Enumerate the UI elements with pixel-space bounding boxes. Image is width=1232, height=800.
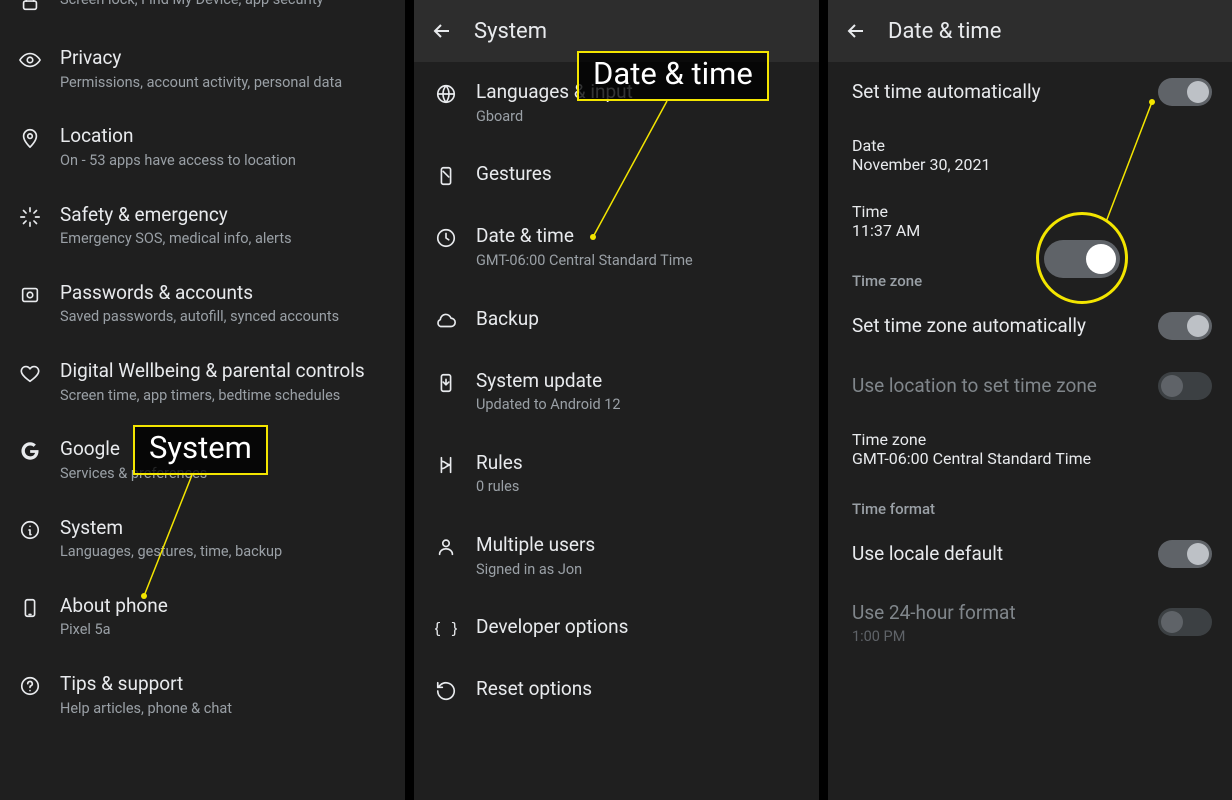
info-icon bbox=[18, 518, 42, 542]
settings-item-title: Privacy bbox=[60, 46, 387, 71]
system-item-sub: Signed in as Jon bbox=[476, 560, 799, 580]
use-location-tz-toggle bbox=[1158, 372, 1212, 400]
wellbeing-icon bbox=[18, 361, 42, 385]
settings-item-location[interactable]: LocationOn - 53 apps have access to loca… bbox=[0, 108, 405, 186]
key-icon bbox=[18, 283, 42, 307]
system-item-sub: GMT-06:00 Central Standard Time bbox=[476, 251, 799, 271]
back-arrow-icon[interactable] bbox=[430, 19, 454, 43]
set-tz-auto-toggle[interactable] bbox=[1158, 312, 1212, 340]
set-time-auto-toggle[interactable] bbox=[1158, 78, 1212, 106]
time-row[interactable]: Time 11:37 AM bbox=[828, 188, 1232, 254]
settings-item-lock[interactable]: Screen lock, Find My Device, app securit… bbox=[0, 0, 405, 30]
settings-item-title: Digital Wellbeing & parental controls bbox=[60, 359, 387, 384]
use-24h-row: Use 24-hour format 1:00 PM bbox=[828, 584, 1232, 661]
rules-icon bbox=[434, 453, 458, 477]
person-icon bbox=[434, 535, 458, 559]
system-item-cloud[interactable]: Backup bbox=[414, 289, 819, 351]
system-item-title: Languages & input bbox=[476, 80, 799, 105]
phone-icon bbox=[18, 596, 42, 620]
settings-item-sub: Screen lock, Find My Device, app securit… bbox=[60, 0, 387, 10]
settings-item-title: Passwords & accounts bbox=[60, 281, 387, 306]
use-locale-default-row[interactable]: Use locale default bbox=[828, 524, 1232, 584]
system-item-sub: Updated to Android 12 bbox=[476, 395, 799, 415]
settings-item-key[interactable]: Passwords & accountsSaved passwords, aut… bbox=[0, 265, 405, 343]
system-item-title: Gestures bbox=[476, 162, 799, 187]
settings-item-sub: Languages, gestures, time, backup bbox=[60, 542, 387, 562]
lock-icon bbox=[18, 0, 42, 14]
settings-item-title: System bbox=[60, 516, 387, 541]
settings-item-sub: Services & preferences bbox=[60, 464, 387, 484]
set-time-automatically-row[interactable]: Set time automatically bbox=[828, 62, 1232, 122]
system-header: System bbox=[414, 0, 819, 62]
settings-item-phone[interactable]: About phonePixel 5a bbox=[0, 578, 405, 656]
gesture-icon bbox=[434, 164, 458, 188]
emergency-icon bbox=[18, 205, 42, 229]
settings-item-sub: Saved passwords, autofill, synced accoun… bbox=[60, 307, 387, 327]
settings-item-title: Google bbox=[60, 437, 387, 462]
globe-icon bbox=[434, 82, 458, 106]
settings-item-info[interactable]: SystemLanguages, gestures, time, backup bbox=[0, 500, 405, 578]
use-locale-default-toggle[interactable] bbox=[1158, 540, 1212, 568]
system-item-title: Multiple users bbox=[476, 533, 799, 558]
system-item-title: Date & time bbox=[476, 224, 799, 249]
location-icon bbox=[18, 126, 42, 150]
update-icon bbox=[434, 371, 458, 395]
highlight-large-toggle bbox=[1044, 240, 1120, 278]
braces-icon: { } bbox=[434, 617, 458, 641]
cloud-icon bbox=[434, 309, 458, 333]
svg-text:{ }: { } bbox=[435, 621, 457, 638]
system-item-title: Backup bbox=[476, 307, 799, 332]
use-24h-toggle bbox=[1158, 608, 1212, 636]
time-zone-section-label: Time zone bbox=[828, 254, 1232, 296]
settings-item-wellbeing[interactable]: Digital Wellbeing & parental controlsScr… bbox=[0, 343, 405, 421]
settings-item-google[interactable]: GoogleServices & preferences bbox=[0, 421, 405, 499]
system-item-title: Developer options bbox=[476, 615, 799, 640]
eye-icon bbox=[18, 48, 42, 72]
clock-icon bbox=[434, 226, 458, 250]
settings-item-sub: Emergency SOS, medical info, alerts bbox=[60, 229, 387, 249]
system-item-braces[interactable]: { } Developer options bbox=[414, 597, 819, 659]
system-item-globe[interactable]: Languages & inputGboard bbox=[414, 62, 819, 144]
set-tz-auto-row[interactable]: Set time zone automatically bbox=[828, 296, 1232, 356]
date-row[interactable]: Date November 30, 2021 bbox=[828, 122, 1232, 188]
settings-item-sub: Pixel 5a bbox=[60, 620, 387, 640]
help-icon bbox=[18, 674, 42, 698]
settings-item-title: Location bbox=[60, 124, 387, 149]
system-item-person[interactable]: Multiple usersSigned in as Jon bbox=[414, 515, 819, 597]
reset-icon bbox=[434, 679, 458, 703]
system-item-rules[interactable]: Rules0 rules bbox=[414, 433, 819, 515]
back-arrow-icon[interactable] bbox=[844, 19, 868, 43]
settings-item-help[interactable]: Tips & supportHelp articles, phone & cha… bbox=[0, 656, 405, 734]
google-icon bbox=[18, 439, 42, 463]
settings-item-emergency[interactable]: Safety & emergencyEmergency SOS, medical… bbox=[0, 187, 405, 265]
system-item-reset[interactable]: Reset options bbox=[414, 659, 819, 721]
date-time-panel: Date & time Set time automatically Date … bbox=[828, 0, 1232, 800]
system-item-title: System update bbox=[476, 369, 799, 394]
system-item-sub: Gboard bbox=[476, 107, 799, 127]
date-time-header: Date & time bbox=[828, 0, 1232, 62]
settings-list-panel: Screen lock, Find My Device, app securit… bbox=[0, 0, 405, 800]
system-item-title: Rules bbox=[476, 451, 799, 476]
settings-item-title: Tips & support bbox=[60, 672, 387, 697]
system-header-title: System bbox=[474, 19, 547, 44]
system-item-clock[interactable]: Date & timeGMT-06:00 Central Standard Ti… bbox=[414, 206, 819, 288]
settings-item-sub: Permissions, account activity, personal … bbox=[60, 73, 387, 93]
time-zone-row[interactable]: Time zone GMT-06:00 Central Standard Tim… bbox=[828, 416, 1232, 482]
use-location-tz-row: Use location to set time zone bbox=[828, 356, 1232, 416]
date-time-header-title: Date & time bbox=[888, 19, 1001, 44]
system-item-update[interactable]: System updateUpdated to Android 12 bbox=[414, 351, 819, 433]
system-panel: System Languages & inputGboard Gestures Da… bbox=[414, 0, 819, 800]
settings-item-sub: Help articles, phone & chat bbox=[60, 699, 387, 719]
settings-item-title: Safety & emergency bbox=[60, 203, 387, 228]
system-item-gesture[interactable]: Gestures bbox=[414, 144, 819, 206]
settings-item-title: About phone bbox=[60, 594, 387, 619]
settings-item-sub: On - 53 apps have access to location bbox=[60, 151, 387, 171]
time-format-section-label: Time format bbox=[828, 482, 1232, 524]
system-item-title: Reset options bbox=[476, 677, 799, 702]
settings-item-sub: Screen time, app timers, bedtime schedul… bbox=[60, 386, 387, 406]
settings-item-eye[interactable]: PrivacyPermissions, account activity, pe… bbox=[0, 30, 405, 108]
system-item-sub: 0 rules bbox=[476, 477, 799, 497]
